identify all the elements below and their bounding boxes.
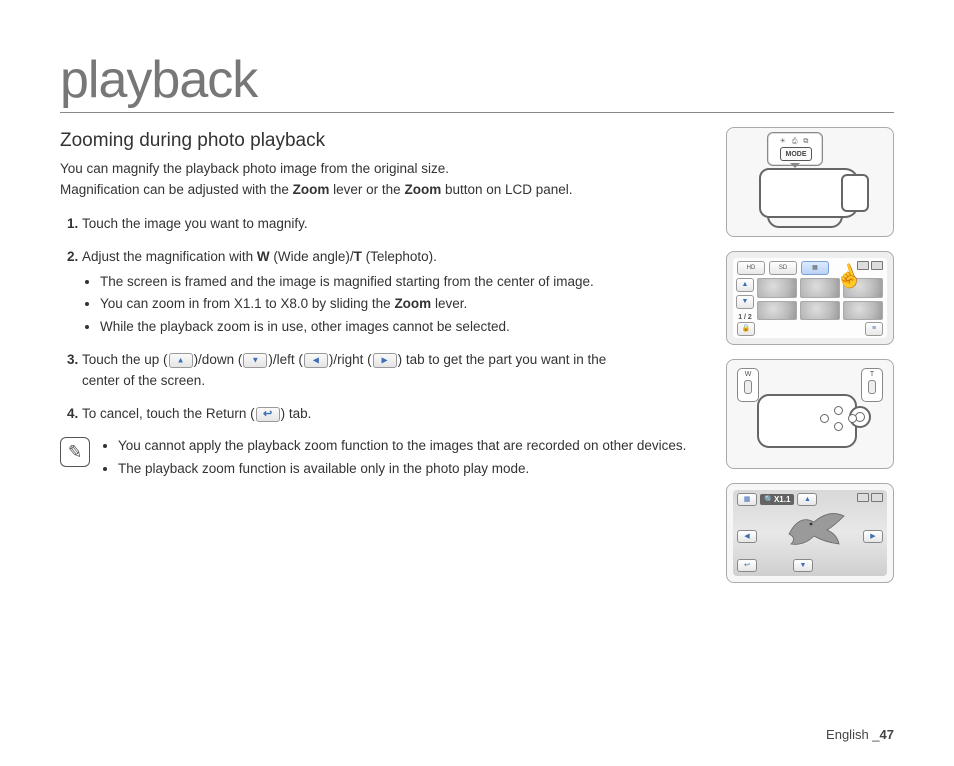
up-icon <box>169 353 193 368</box>
tab-photo: ▦ <box>801 261 829 275</box>
page-footer: English _47 <box>826 727 894 742</box>
intro-text: You can magnify the playback photo image… <box>60 159 706 200</box>
scroll-up-icon: ▲ <box>736 278 754 292</box>
thumbnail <box>843 278 883 298</box>
battery-icon <box>857 261 883 270</box>
tab-sd: SD <box>769 261 797 275</box>
left-icon <box>304 353 328 368</box>
return-button-icon: ↩ <box>737 559 757 572</box>
step-2: Adjust the magnification with W (Wide an… <box>82 247 706 339</box>
figure-column: ☀ ⎙ ⧉ MODE HD SD ▦ <box>726 127 894 583</box>
thumbnail <box>800 278 840 298</box>
step-2-bullet-3: While the playback zoom is in use, other… <box>100 317 706 338</box>
figure-zoom-lever: W T <box>726 359 894 469</box>
thumbnail <box>757 278 797 298</box>
step-4: To cancel, touch the Return () tab. <box>82 404 706 425</box>
thumbnail <box>757 301 797 321</box>
nav-up-icon: ▲ <box>797 493 817 506</box>
callout-top-icons: ☀ ⎙ ⧉ <box>768 137 822 146</box>
mode-button: MODE <box>780 147 812 161</box>
photo-content <box>779 504 849 554</box>
step-1: Touch the image you want to magnify. <box>82 214 706 235</box>
step-3: Touch the up ()/down ()/left ()/right ()… <box>82 350 706 392</box>
camcorder-illustration <box>749 388 877 462</box>
note-1: You cannot apply the playback zoom funct… <box>118 437 686 456</box>
step-2-bullet-2: You can zoom in from X1.1 to X8.0 by sli… <box>100 294 706 315</box>
figure-zoomed-image: ▦ 🔍X1.1 ▲ ◀ ▶ ↩ ▼ <box>726 483 894 583</box>
scroll-down-icon: ▼ <box>736 295 754 309</box>
battery-icon <box>857 493 883 502</box>
nav-down-icon: ▼ <box>793 559 813 572</box>
footer-language: English <box>826 727 869 742</box>
figure-thumbnail-screen: HD SD ▦ ▲ ▼ 1 / 2 <box>726 251 894 345</box>
section-heading: Zooming during photo playback <box>60 127 706 155</box>
page-title: playback <box>60 50 894 113</box>
main-text: Zooming during photo playback You can ma… <box>60 127 706 583</box>
thumbnail-grid <box>757 278 883 320</box>
step-2-bullet-1: The screen is framed and the image is ma… <box>100 272 706 293</box>
steps-list: Touch the image you want to magnify. Adj… <box>60 214 706 425</box>
return-icon <box>256 407 280 422</box>
photo-mode-icon: ▦ <box>737 493 757 506</box>
right-icon <box>373 353 397 368</box>
thumbnail <box>800 301 840 321</box>
intro-line1: You can magnify the playback photo image… <box>60 159 706 179</box>
page-number: 47 <box>880 727 894 742</box>
intro-line2: Magnification can be adjusted with the Z… <box>60 180 706 200</box>
menu-icon: ≡ <box>865 322 883 336</box>
note-icon <box>60 437 90 467</box>
nav-right-icon: ▶ <box>863 530 883 543</box>
note-2: The playback zoom function is available … <box>118 460 686 479</box>
zoom-level: 🔍X1.1 <box>760 494 794 505</box>
figure-mode-button: ☀ ⎙ ⧉ MODE <box>726 127 894 237</box>
note-block: You cannot apply the playback zoom funct… <box>60 437 706 483</box>
nav-left-icon: ◀ <box>737 530 757 543</box>
down-icon <box>243 353 267 368</box>
thumbnail <box>843 301 883 321</box>
lock-icon: 🔒 <box>737 322 755 336</box>
camcorder-illustration <box>737 160 883 230</box>
page-indicator: 1 / 2 <box>738 314 752 321</box>
tab-hd: HD <box>737 261 765 275</box>
